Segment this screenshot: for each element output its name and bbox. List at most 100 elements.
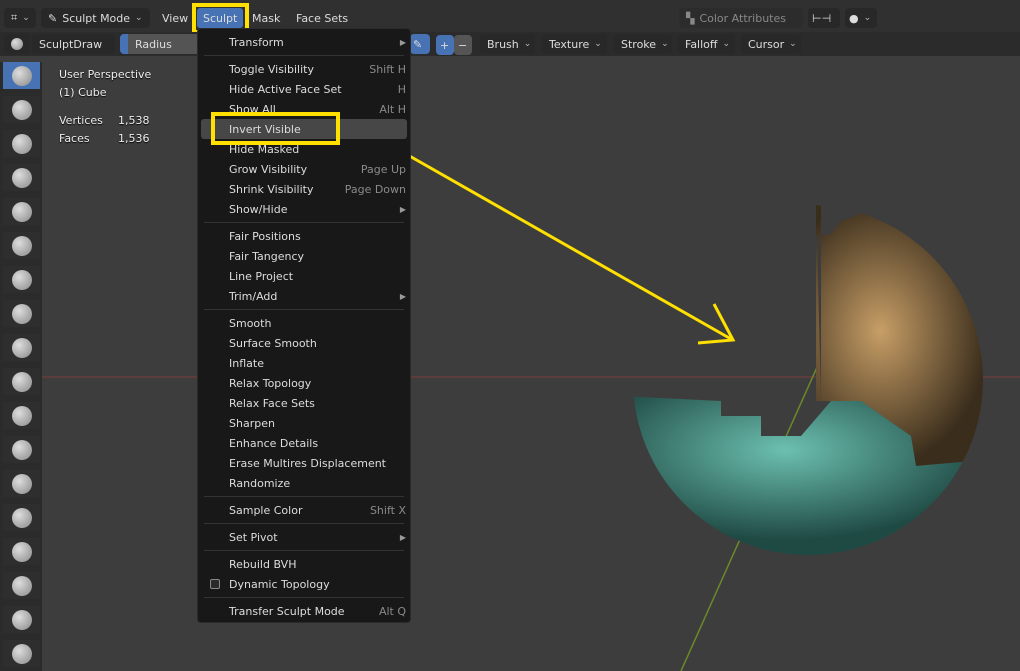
checkbox-icon[interactable] (210, 579, 220, 589)
viewport-scene (41, 152, 1020, 671)
menu-item-label: Surface Smooth (229, 336, 317, 350)
menu-item-hide-active-face-set[interactable]: Hide Active Face Set H (198, 79, 410, 99)
menu-item-toggle-visibility[interactable]: Toggle Visibility Shift H (198, 59, 410, 79)
sculpt-tool-7[interactable] (3, 266, 40, 293)
menu-separator (198, 219, 410, 226)
menu-item-label: Trim/Add (229, 289, 278, 303)
color-attributes-icon: ▚ (686, 11, 695, 25)
brush-tool-icon (11, 405, 32, 426)
sculpt-tool-3[interactable] (3, 130, 40, 157)
menu-separator (198, 52, 410, 59)
sculpt-tool-17[interactable] (3, 606, 40, 633)
menu-item-shrink-visibility[interactable]: Shrink Visibility Page Down (198, 179, 410, 199)
brush-tool-icon (11, 235, 32, 256)
sculpt-tool-4[interactable] (3, 164, 40, 191)
sculpt-tool-11[interactable] (3, 402, 40, 429)
radius-slider[interactable]: Radius (120, 34, 200, 54)
editor-type-button[interactable]: ⌗ ⌄ (4, 8, 36, 28)
menu-separator (198, 594, 410, 601)
menu-item-show-hide[interactable]: Show/Hide ▶ (198, 199, 410, 219)
color-attributes-select[interactable]: ▚ Color Attributes (679, 8, 803, 28)
menu-item-relax-face-sets[interactable]: Relax Face Sets (198, 393, 410, 413)
menu-item-line-project[interactable]: Line Project (198, 266, 410, 286)
sculpt-tool-5[interactable] (3, 198, 40, 225)
sculpt-tool-12[interactable] (3, 436, 40, 463)
sculpt-tool-8[interactable] (3, 300, 40, 327)
sculpt-tool-6[interactable] (3, 232, 40, 259)
object-name: (1) Cube (59, 86, 107, 99)
menu-item-fair-tangency[interactable]: Fair Tangency (198, 246, 410, 266)
submenu-arrow-icon: ▶ (399, 532, 406, 542)
mode-select[interactable]: ✎ Sculpt Mode ⌄ (41, 8, 150, 28)
menu-item-enhance-details[interactable]: Enhance Details (198, 433, 410, 453)
subtract-direction-button[interactable]: − (454, 35, 472, 55)
sculpt-tool-16[interactable] (3, 572, 40, 599)
sphere-shading-icon: ● (849, 11, 859, 25)
menu-item-rebuild-bvh[interactable]: Rebuild BVH (198, 554, 410, 574)
menu-item-smooth[interactable]: Smooth (198, 313, 410, 333)
menu-face-sets[interactable]: Face Sets (290, 8, 354, 28)
pen-pressure-icon: ✎ (413, 37, 423, 51)
brush-thumbnail[interactable] (4, 34, 30, 54)
brush-tool-icon (11, 303, 32, 324)
vertices-label: Vertices (59, 114, 103, 127)
top-header: ⌗ ⌄ ✎ Sculpt Mode ⌄ View Sculpt Mask Face S… (0, 0, 1020, 32)
faces-label: Faces (59, 132, 90, 145)
brush-icon: ✎ (48, 11, 58, 25)
annotation-arrow (405, 152, 732, 341)
sculpt-tool-10[interactable] (3, 368, 40, 395)
menu-item-label: Toggle Visibility (229, 62, 314, 76)
menu-item-randomize[interactable]: Randomize (198, 473, 410, 493)
menu-item-fair-positions[interactable]: Fair Positions (198, 226, 410, 246)
menu-item-dynamic-topology[interactable]: Dynamic Topology (198, 574, 410, 594)
shortcut-label: Alt H (379, 102, 406, 116)
sculpt-tool-14[interactable] (3, 504, 40, 531)
sculpt-tool-9[interactable] (3, 334, 40, 361)
menu-mask[interactable]: Mask (246, 8, 286, 28)
menu-item-label: Shrink Visibility (229, 182, 314, 196)
menu-item-transfer-sculpt-mode[interactable]: Transfer Sculpt Mode Alt Q (198, 601, 410, 621)
menu-item-grow-visibility[interactable]: Grow Visibility Page Up (198, 159, 410, 179)
cursor-dropdown[interactable]: Cursor ⌄ (741, 34, 801, 54)
menu-item-label: Sample Color (229, 503, 303, 517)
brush-name-field[interactable]: SculptDraw (32, 34, 115, 54)
brush-tool-icon (11, 575, 32, 596)
symmetry-button[interactable]: ⊢⊣ (808, 8, 840, 28)
shortcut-label: Shift H (369, 62, 406, 76)
shading-button[interactable]: ● ⌄ (845, 8, 877, 28)
menu-view[interactable]: View (156, 8, 194, 28)
brush-dropdown[interactable]: Brush ⌄ (480, 34, 535, 54)
sculpt-tool-13[interactable] (3, 470, 40, 497)
menu-item-label: Inflate (229, 356, 264, 370)
texture-dropdown[interactable]: Texture ⌄ (542, 34, 607, 54)
pressure-button[interactable]: ✎ (410, 34, 430, 54)
color-attributes-label: Color Attributes (699, 11, 786, 25)
shortcut-label: Alt Q (378, 604, 406, 618)
brush-tool-icon (11, 541, 32, 562)
sculpt-tool-18[interactable] (3, 640, 40, 667)
menu-item-relax-topology[interactable]: Relax Topology (198, 373, 410, 393)
menu-item-transform[interactable]: Transform ▶ (198, 32, 410, 52)
menu-item-sharpen[interactable]: Sharpen (198, 413, 410, 433)
menu-item-trim-add[interactable]: Trim/Add ▶ (198, 286, 410, 306)
menu-item-surface-smooth[interactable]: Surface Smooth (198, 333, 410, 353)
sculpt-tool-1[interactable] (3, 62, 40, 89)
menu-item-label: Enhance Details (229, 436, 319, 450)
menu-item-label: Set Pivot (229, 530, 278, 544)
menu-item-label: Fair Tangency (229, 249, 305, 263)
menu-item-sample-color[interactable]: Sample Color Shift X (198, 500, 410, 520)
menu-item-erase-multires-displacement[interactable]: Erase Multires Displacement (198, 453, 410, 473)
add-direction-button[interactable]: + (436, 35, 454, 55)
sculpt-tool-15[interactable] (3, 538, 40, 565)
stroke-dropdown[interactable]: Stroke ⌄ (614, 34, 672, 54)
menu-item-label: Randomize (229, 476, 291, 490)
3d-viewport[interactable] (41, 56, 1020, 671)
shortcut-label: Page Up (360, 162, 406, 176)
menu-item-inflate[interactable]: Inflate (198, 353, 410, 373)
menu-item-label: Transfer Sculpt Mode (229, 604, 345, 618)
menu-item-set-pivot[interactable]: Set Pivot ▶ (198, 527, 410, 547)
brush-tool-icon (11, 167, 32, 188)
chevron-down-icon: ⌄ (22, 13, 30, 23)
falloff-dropdown[interactable]: Falloff ⌄ (678, 34, 735, 54)
sculpt-tool-2[interactable] (3, 96, 40, 123)
